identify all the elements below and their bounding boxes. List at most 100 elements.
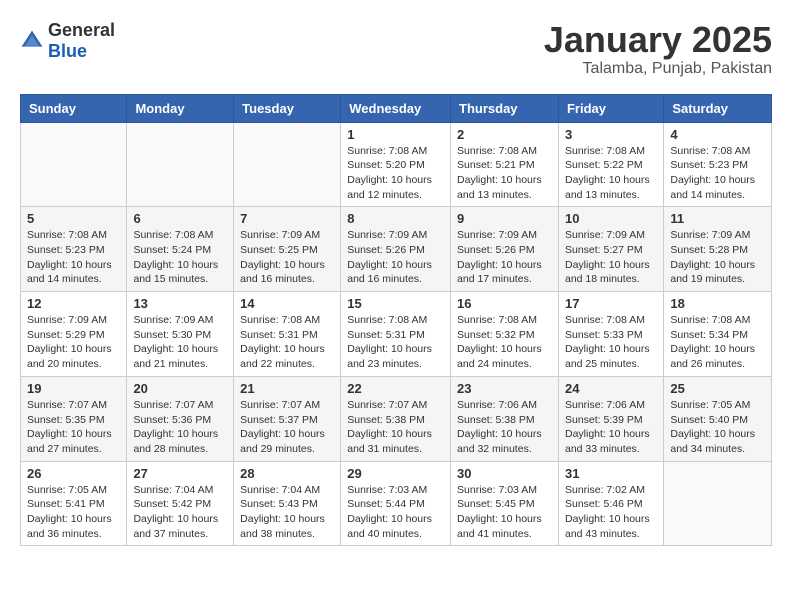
cell-info: Sunrise: 7:09 AMSunset: 5:29 PMDaylight:…: [27, 313, 120, 372]
cell-info: Sunrise: 7:03 AMSunset: 5:45 PMDaylight:…: [457, 483, 552, 542]
table-row: 23 Sunrise: 7:06 AMSunset: 5:38 PMDaylig…: [451, 376, 559, 461]
cell-date: 4: [670, 127, 765, 142]
cell-info: Sunrise: 7:09 AMSunset: 5:26 PMDaylight:…: [457, 228, 552, 287]
calendar-week-row: 1 Sunrise: 7:08 AMSunset: 5:20 PMDayligh…: [21, 122, 772, 207]
cell-date: 24: [565, 381, 657, 396]
cell-info: Sunrise: 7:08 AMSunset: 5:23 PMDaylight:…: [27, 228, 120, 287]
table-row: 1 Sunrise: 7:08 AMSunset: 5:20 PMDayligh…: [341, 122, 451, 207]
cell-date: 19: [27, 381, 120, 396]
cell-info: Sunrise: 7:09 AMSunset: 5:28 PMDaylight:…: [670, 228, 765, 287]
table-row: 18 Sunrise: 7:08 AMSunset: 5:34 PMDaylig…: [664, 292, 772, 377]
cell-date: 27: [133, 466, 227, 481]
cell-info: Sunrise: 7:07 AMSunset: 5:36 PMDaylight:…: [133, 398, 227, 457]
cell-date: 10: [565, 211, 657, 226]
col-wednesday: Wednesday: [341, 94, 451, 122]
table-row: 11 Sunrise: 7:09 AMSunset: 5:28 PMDaylig…: [664, 207, 772, 292]
table-row: 27 Sunrise: 7:04 AMSunset: 5:42 PMDaylig…: [127, 461, 234, 546]
cell-info: Sunrise: 7:08 AMSunset: 5:33 PMDaylight:…: [565, 313, 657, 372]
cell-info: Sunrise: 7:09 AMSunset: 5:26 PMDaylight:…: [347, 228, 444, 287]
cell-date: 21: [240, 381, 334, 396]
table-row: 20 Sunrise: 7:07 AMSunset: 5:36 PMDaylig…: [127, 376, 234, 461]
table-row: [127, 122, 234, 207]
cell-date: 1: [347, 127, 444, 142]
cell-info: Sunrise: 7:06 AMSunset: 5:38 PMDaylight:…: [457, 398, 552, 457]
cell-info: Sunrise: 7:08 AMSunset: 5:22 PMDaylight:…: [565, 144, 657, 203]
cell-date: 8: [347, 211, 444, 226]
table-row: 16 Sunrise: 7:08 AMSunset: 5:32 PMDaylig…: [451, 292, 559, 377]
calendar-week-row: 26 Sunrise: 7:05 AMSunset: 5:41 PMDaylig…: [21, 461, 772, 546]
cell-date: 20: [133, 381, 227, 396]
calendar: Sunday Monday Tuesday Wednesday Thursday…: [20, 94, 772, 547]
cell-info: Sunrise: 7:08 AMSunset: 5:24 PMDaylight:…: [133, 228, 227, 287]
cell-date: 26: [27, 466, 120, 481]
cell-info: Sunrise: 7:08 AMSunset: 5:23 PMDaylight:…: [670, 144, 765, 203]
title-block: January 2025 Talamba, Punjab, Pakistan: [544, 20, 772, 78]
table-row: 30 Sunrise: 7:03 AMSunset: 5:45 PMDaylig…: [451, 461, 559, 546]
cell-info: Sunrise: 7:08 AMSunset: 5:34 PMDaylight:…: [670, 313, 765, 372]
cell-info: Sunrise: 7:09 AMSunset: 5:25 PMDaylight:…: [240, 228, 334, 287]
cell-date: 11: [670, 211, 765, 226]
table-row: 24 Sunrise: 7:06 AMSunset: 5:39 PMDaylig…: [558, 376, 663, 461]
cell-date: 30: [457, 466, 552, 481]
logo: General Blue: [20, 20, 115, 62]
cell-info: Sunrise: 7:08 AMSunset: 5:31 PMDaylight:…: [347, 313, 444, 372]
cell-info: Sunrise: 7:05 AMSunset: 5:41 PMDaylight:…: [27, 483, 120, 542]
location: Talamba, Punjab, Pakistan: [544, 60, 772, 78]
table-row: 3 Sunrise: 7:08 AMSunset: 5:22 PMDayligh…: [558, 122, 663, 207]
cell-info: Sunrise: 7:09 AMSunset: 5:30 PMDaylight:…: [133, 313, 227, 372]
calendar-header-row: Sunday Monday Tuesday Wednesday Thursday…: [21, 94, 772, 122]
col-tuesday: Tuesday: [234, 94, 341, 122]
cell-date: 14: [240, 296, 334, 311]
cell-date: 15: [347, 296, 444, 311]
cell-info: Sunrise: 7:08 AMSunset: 5:20 PMDaylight:…: [347, 144, 444, 203]
month-title: January 2025: [544, 20, 772, 60]
cell-date: 6: [133, 211, 227, 226]
cell-date: 7: [240, 211, 334, 226]
table-row: 21 Sunrise: 7:07 AMSunset: 5:37 PMDaylig…: [234, 376, 341, 461]
cell-info: Sunrise: 7:07 AMSunset: 5:35 PMDaylight:…: [27, 398, 120, 457]
cell-info: Sunrise: 7:08 AMSunset: 5:31 PMDaylight:…: [240, 313, 334, 372]
cell-date: 16: [457, 296, 552, 311]
table-row: 19 Sunrise: 7:07 AMSunset: 5:35 PMDaylig…: [21, 376, 127, 461]
cell-date: 22: [347, 381, 444, 396]
calendar-week-row: 12 Sunrise: 7:09 AMSunset: 5:29 PMDaylig…: [21, 292, 772, 377]
logo-general: General: [48, 20, 115, 41]
table-row: 5 Sunrise: 7:08 AMSunset: 5:23 PMDayligh…: [21, 207, 127, 292]
cell-date: 9: [457, 211, 552, 226]
cell-date: 2: [457, 127, 552, 142]
col-monday: Monday: [127, 94, 234, 122]
cell-date: 28: [240, 466, 334, 481]
table-row: 25 Sunrise: 7:05 AMSunset: 5:40 PMDaylig…: [664, 376, 772, 461]
cell-date: 18: [670, 296, 765, 311]
table-row: 4 Sunrise: 7:08 AMSunset: 5:23 PMDayligh…: [664, 122, 772, 207]
cell-date: 17: [565, 296, 657, 311]
cell-date: 12: [27, 296, 120, 311]
cell-date: 3: [565, 127, 657, 142]
cell-date: 31: [565, 466, 657, 481]
cell-info: Sunrise: 7:07 AMSunset: 5:38 PMDaylight:…: [347, 398, 444, 457]
table-row: 15 Sunrise: 7:08 AMSunset: 5:31 PMDaylig…: [341, 292, 451, 377]
calendar-week-row: 19 Sunrise: 7:07 AMSunset: 5:35 PMDaylig…: [21, 376, 772, 461]
table-row: 8 Sunrise: 7:09 AMSunset: 5:26 PMDayligh…: [341, 207, 451, 292]
cell-date: 23: [457, 381, 552, 396]
table-row: 2 Sunrise: 7:08 AMSunset: 5:21 PMDayligh…: [451, 122, 559, 207]
cell-info: Sunrise: 7:06 AMSunset: 5:39 PMDaylight:…: [565, 398, 657, 457]
table-row: 29 Sunrise: 7:03 AMSunset: 5:44 PMDaylig…: [341, 461, 451, 546]
table-row: [21, 122, 127, 207]
cell-info: Sunrise: 7:09 AMSunset: 5:27 PMDaylight:…: [565, 228, 657, 287]
page-header: General Blue January 2025 Talamba, Punja…: [20, 20, 772, 78]
table-row: 31 Sunrise: 7:02 AMSunset: 5:46 PMDaylig…: [558, 461, 663, 546]
cell-date: 29: [347, 466, 444, 481]
cell-info: Sunrise: 7:05 AMSunset: 5:40 PMDaylight:…: [670, 398, 765, 457]
cell-info: Sunrise: 7:02 AMSunset: 5:46 PMDaylight:…: [565, 483, 657, 542]
table-row: 6 Sunrise: 7:08 AMSunset: 5:24 PMDayligh…: [127, 207, 234, 292]
cell-info: Sunrise: 7:08 AMSunset: 5:21 PMDaylight:…: [457, 144, 552, 203]
col-thursday: Thursday: [451, 94, 559, 122]
col-friday: Friday: [558, 94, 663, 122]
cell-info: Sunrise: 7:07 AMSunset: 5:37 PMDaylight:…: [240, 398, 334, 457]
col-saturday: Saturday: [664, 94, 772, 122]
table-row: 22 Sunrise: 7:07 AMSunset: 5:38 PMDaylig…: [341, 376, 451, 461]
table-row: [234, 122, 341, 207]
table-row: 28 Sunrise: 7:04 AMSunset: 5:43 PMDaylig…: [234, 461, 341, 546]
table-row: 9 Sunrise: 7:09 AMSunset: 5:26 PMDayligh…: [451, 207, 559, 292]
